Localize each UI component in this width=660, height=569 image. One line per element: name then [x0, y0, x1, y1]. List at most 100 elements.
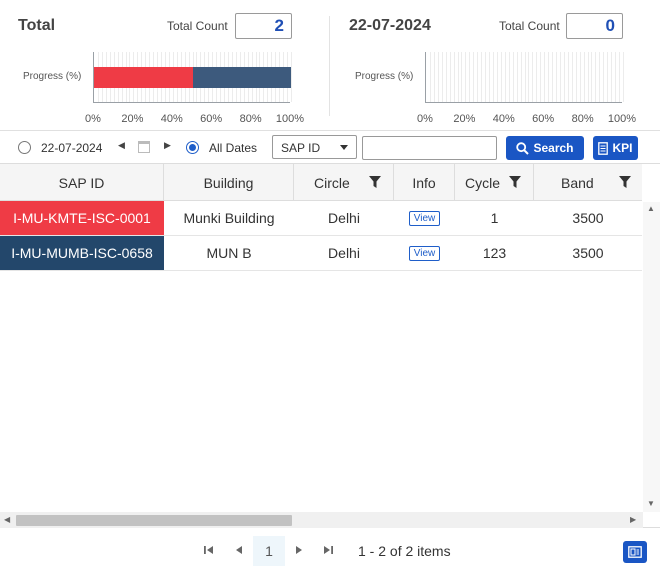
- gridline: [477, 52, 479, 102]
- search-icon: [516, 141, 530, 155]
- gridline: [587, 52, 589, 102]
- sap-id-cell[interactable]: I-MU-MUMB-ISC-0658: [0, 236, 164, 270]
- gridline: [429, 52, 431, 102]
- export-button[interactable]: [623, 541, 647, 563]
- column-header-label: Cycle: [465, 174, 501, 191]
- filter-toolbar: 22-07-2024 ◀ ▶ All Dates SAP ID Search K…: [0, 130, 660, 163]
- horizontal-scroll-thumb[interactable]: [16, 515, 292, 526]
- tick-label: 0%: [417, 113, 433, 125]
- data-grid: SAP ID Building Circle Info Cycle Band I…: [0, 163, 660, 528]
- document-icon: [598, 141, 609, 155]
- view-button[interactable]: View: [408, 210, 441, 226]
- view-button[interactable]: View: [408, 245, 441, 261]
- scroll-right-icon[interactable]: ▶: [630, 515, 636, 524]
- all-dates-radio[interactable]: [186, 141, 199, 154]
- total-count-value: 2: [235, 13, 292, 39]
- date-option-label: 22-07-2024: [41, 141, 103, 155]
- column-header-circle[interactable]: Circle: [294, 164, 394, 201]
- gridline: [619, 52, 621, 102]
- gridline: [532, 52, 534, 102]
- page-number-button[interactable]: 1: [253, 536, 285, 566]
- column-header-sap-id[interactable]: SAP ID: [0, 164, 164, 201]
- table-row[interactable]: I-MU-KMTE-ISC-0001 Munki Building Delhi …: [0, 201, 642, 236]
- chevron-down-icon: [340, 145, 348, 150]
- tick-label: 60%: [200, 113, 223, 125]
- gridline: [469, 52, 471, 102]
- total-progress-chart: [93, 52, 292, 103]
- gridline: [437, 52, 439, 102]
- tick-label: 0%: [85, 113, 101, 125]
- scroll-left-icon[interactable]: ◀: [4, 515, 10, 524]
- cycle-cell: 1: [490, 210, 499, 226]
- tick-label: 40%: [492, 113, 515, 125]
- total-count-label: Total Count: [167, 19, 228, 33]
- search-button-label: Search: [533, 141, 574, 155]
- gridline: [611, 52, 613, 102]
- gridline: [453, 52, 455, 102]
- gridline: [579, 52, 581, 102]
- calendar-icon[interactable]: [138, 141, 150, 153]
- pager-info: 1 - 2 of 2 items: [358, 543, 451, 559]
- sap-id-cell[interactable]: I-MU-KMTE-ISC-0001: [0, 201, 164, 235]
- gridline: [512, 52, 514, 102]
- column-header-band[interactable]: Band: [534, 164, 642, 201]
- filter-icon[interactable]: [509, 176, 521, 188]
- gridline: [563, 52, 565, 102]
- search-input[interactable]: [362, 136, 497, 160]
- gridline: [540, 52, 542, 102]
- gridline: [548, 52, 550, 102]
- next-page-icon[interactable]: [292, 543, 306, 557]
- gridline: [433, 52, 435, 102]
- vertical-scrollbar[interactable]: ▲ ▼: [643, 202, 660, 512]
- tick-label: 80%: [571, 113, 594, 125]
- gridline: [461, 52, 463, 102]
- progress-bar-red: [94, 67, 193, 88]
- scroll-up-icon[interactable]: ▲: [647, 204, 655, 213]
- gridline: [544, 52, 546, 102]
- circle-cell: Delhi: [328, 245, 360, 261]
- previous-page-icon[interactable]: [232, 543, 246, 557]
- circle-cell: Delhi: [328, 210, 360, 226]
- prev-date-icon[interactable]: ◀: [118, 140, 125, 151]
- table-row[interactable]: I-MU-MUMB-ISC-0658 MUN B Delhi View 123 …: [0, 236, 642, 271]
- tick-label: 60%: [532, 113, 555, 125]
- export-icon: [628, 546, 642, 558]
- next-date-icon[interactable]: ▶: [164, 140, 171, 151]
- last-page-icon[interactable]: [321, 543, 335, 557]
- search-button[interactable]: Search: [506, 136, 584, 160]
- gridline: [441, 52, 443, 102]
- gridline: [449, 52, 451, 102]
- gridline: [496, 52, 498, 102]
- gridline: [481, 52, 483, 102]
- gridline: [603, 52, 605, 102]
- total-summary-panel: Total Total Count 2 Progress (%) 0% 20% 40…: [0, 0, 330, 130]
- gridline: [595, 52, 597, 102]
- band-cell: 3500: [572, 245, 604, 261]
- tick-label: 20%: [453, 113, 476, 125]
- building-cell: MUN B: [206, 245, 252, 261]
- gridline: [492, 52, 494, 102]
- gridline: [516, 52, 518, 102]
- scroll-down-icon[interactable]: ▼: [647, 499, 655, 508]
- filter-icon[interactable]: [619, 176, 631, 188]
- first-page-icon[interactable]: [202, 543, 216, 557]
- gridline: [508, 52, 510, 102]
- filter-icon[interactable]: [369, 176, 381, 188]
- gridline: [504, 52, 506, 102]
- column-header-cycle[interactable]: Cycle: [455, 164, 534, 201]
- band-cell: 3500: [572, 210, 604, 226]
- gridline: [571, 52, 573, 102]
- date-summary-panel: 22-07-2024 Total Count 0 Progress (%) 0%…: [331, 0, 660, 130]
- gridline: [520, 52, 522, 102]
- date-count-value: 0: [566, 13, 623, 39]
- date-title: 22-07-2024: [349, 17, 431, 34]
- column-header-info[interactable]: Info: [394, 164, 455, 201]
- column-header-building[interactable]: Building: [164, 164, 294, 201]
- gridline: [552, 52, 554, 102]
- horizontal-scrollbar[interactable]: ◀ ▶: [0, 512, 643, 528]
- search-field-select[interactable]: SAP ID: [272, 135, 357, 159]
- gridline: [445, 52, 447, 102]
- date-radio[interactable]: [18, 141, 31, 154]
- kpi-button[interactable]: KPI: [593, 136, 638, 160]
- cycle-cell: 123: [482, 245, 507, 261]
